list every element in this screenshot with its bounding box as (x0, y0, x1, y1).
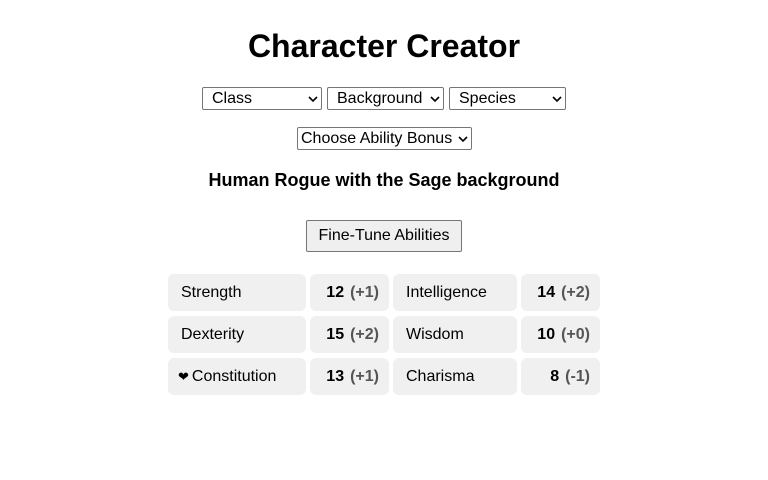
ability-value-intelligence: 14 (+2) (521, 274, 600, 311)
ability-modifier: (+1) (350, 284, 379, 301)
background-select[interactable]: Background (327, 87, 444, 110)
chevron-down-icon (308, 96, 318, 103)
ability-label: Strength (181, 284, 242, 301)
ability-score: 15 (326, 326, 345, 343)
class-select-label: Class (212, 90, 253, 107)
ability-label: Intelligence (406, 284, 487, 301)
ability-name-constitution: ❤ Constitution (168, 358, 306, 395)
heart-icon: ❤ (178, 370, 189, 385)
ability-label: Constitution (191, 368, 277, 385)
chevron-down-icon (458, 136, 468, 143)
ability-name-charisma: Charisma (393, 358, 517, 395)
ability-modifier: (+2) (350, 326, 379, 343)
ability-name-intelligence: Intelligence (393, 274, 517, 311)
ability-value-strength: 12 (+1) (310, 274, 389, 311)
character-summary: Human Rogue with the Sage background (208, 170, 560, 190)
ability-value-wisdom: 10 (+0) (521, 316, 600, 353)
species-select-label: Species (459, 90, 516, 107)
ability-score: 13 (326, 368, 345, 385)
species-select[interactable]: Species (449, 87, 566, 110)
ability-score: 14 (537, 284, 556, 301)
class-select[interactable]: Class (202, 87, 322, 110)
ability-modifier: (+0) (561, 326, 590, 343)
character-creator-page: Character Creator Class Background Speci… (0, 0, 768, 480)
ability-value-dexterity: 15 (+2) (310, 316, 389, 353)
ability-name-strength: Strength (168, 274, 306, 311)
ability-value-constitution: 13 (+1) (310, 358, 389, 395)
ability-bonus-select-label: Choose Ability Bonus (301, 130, 453, 147)
ability-value-charisma: 8 (-1) (521, 358, 600, 395)
ability-name-wisdom: Wisdom (393, 316, 517, 353)
ability-score: 8 (550, 368, 560, 385)
chevron-down-icon (430, 96, 440, 103)
ability-label: Wisdom (406, 326, 464, 343)
background-select-label: Background (337, 90, 423, 107)
ability-name-dexterity: Dexterity (168, 316, 306, 353)
ability-score: 12 (326, 284, 345, 301)
chevron-down-icon (552, 96, 562, 103)
ability-score: 10 (537, 326, 556, 343)
ability-modifier: (+2) (561, 284, 590, 301)
ability-label: Charisma (406, 368, 475, 385)
ability-modifier: (-1) (565, 368, 590, 385)
fine-tune-abilities-button[interactable]: Fine-Tune Abilities (306, 220, 462, 252)
ability-bonus-select[interactable]: Choose Ability Bonus (297, 127, 472, 150)
ability-label: Dexterity (181, 326, 245, 343)
ability-modifier: (+1) (350, 368, 379, 385)
page-title: Character Creator (247, 28, 521, 64)
